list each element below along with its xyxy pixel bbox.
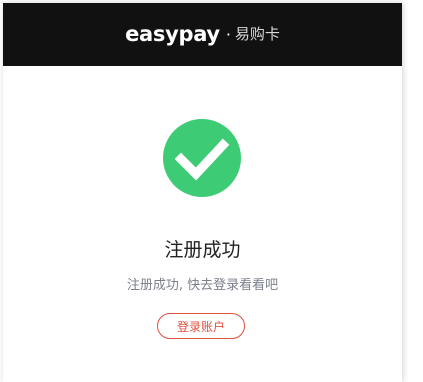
result-message: 注册成功, 快去登录看看吧	[126, 278, 279, 293]
header-bar: easypay · 易购卡	[3, 3, 402, 66]
success-check-icon	[163, 119, 241, 197]
result-title: 注册成功	[164, 239, 241, 261]
login-account-button[interactable]: 登录账户	[157, 313, 245, 339]
registration-success-card: easypay · 易购卡 注册成功 注册成功, 快去登录看看吧 登录账户	[3, 3, 402, 382]
brand-separator: ·	[225, 24, 231, 44]
product-name: 易购卡	[234, 25, 280, 43]
easypay-logo: easypay	[125, 22, 220, 46]
